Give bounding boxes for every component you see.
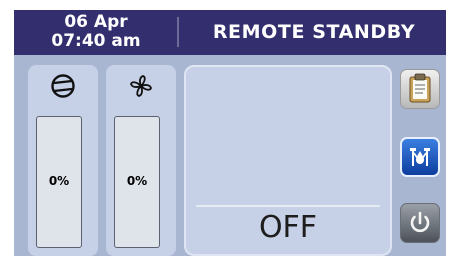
main-display-panel: OFF: [184, 65, 392, 256]
fan-panel: 0%: [106, 65, 176, 256]
compressor-icon: [50, 73, 76, 103]
compressor-panel: 0%: [28, 65, 98, 256]
fan-level-bar: 0%: [114, 116, 160, 248]
header-divider: [177, 17, 179, 47]
status-title: REMOTE STANDBY: [212, 21, 416, 43]
drain-button[interactable]: [400, 137, 440, 177]
unit-state-text: OFF: [258, 210, 318, 245]
compressor-percent: 0%: [48, 174, 70, 188]
hmi-screen: 06 Apr 07:40 am REMOTE STANDBY 0% 0% OFF: [14, 10, 446, 256]
compressor-level-bar: 0%: [36, 116, 82, 248]
fan-icon: [128, 73, 154, 103]
display-divider: [196, 205, 380, 207]
power-button[interactable]: [400, 203, 440, 243]
log-button[interactable]: [400, 69, 440, 109]
fan-percent: 0%: [126, 174, 148, 188]
date-display: 06 Apr: [64, 12, 128, 32]
time-display: 07:40 am: [51, 31, 141, 51]
header-bar: 06 Apr 07:40 am REMOTE STANDBY: [14, 10, 446, 55]
